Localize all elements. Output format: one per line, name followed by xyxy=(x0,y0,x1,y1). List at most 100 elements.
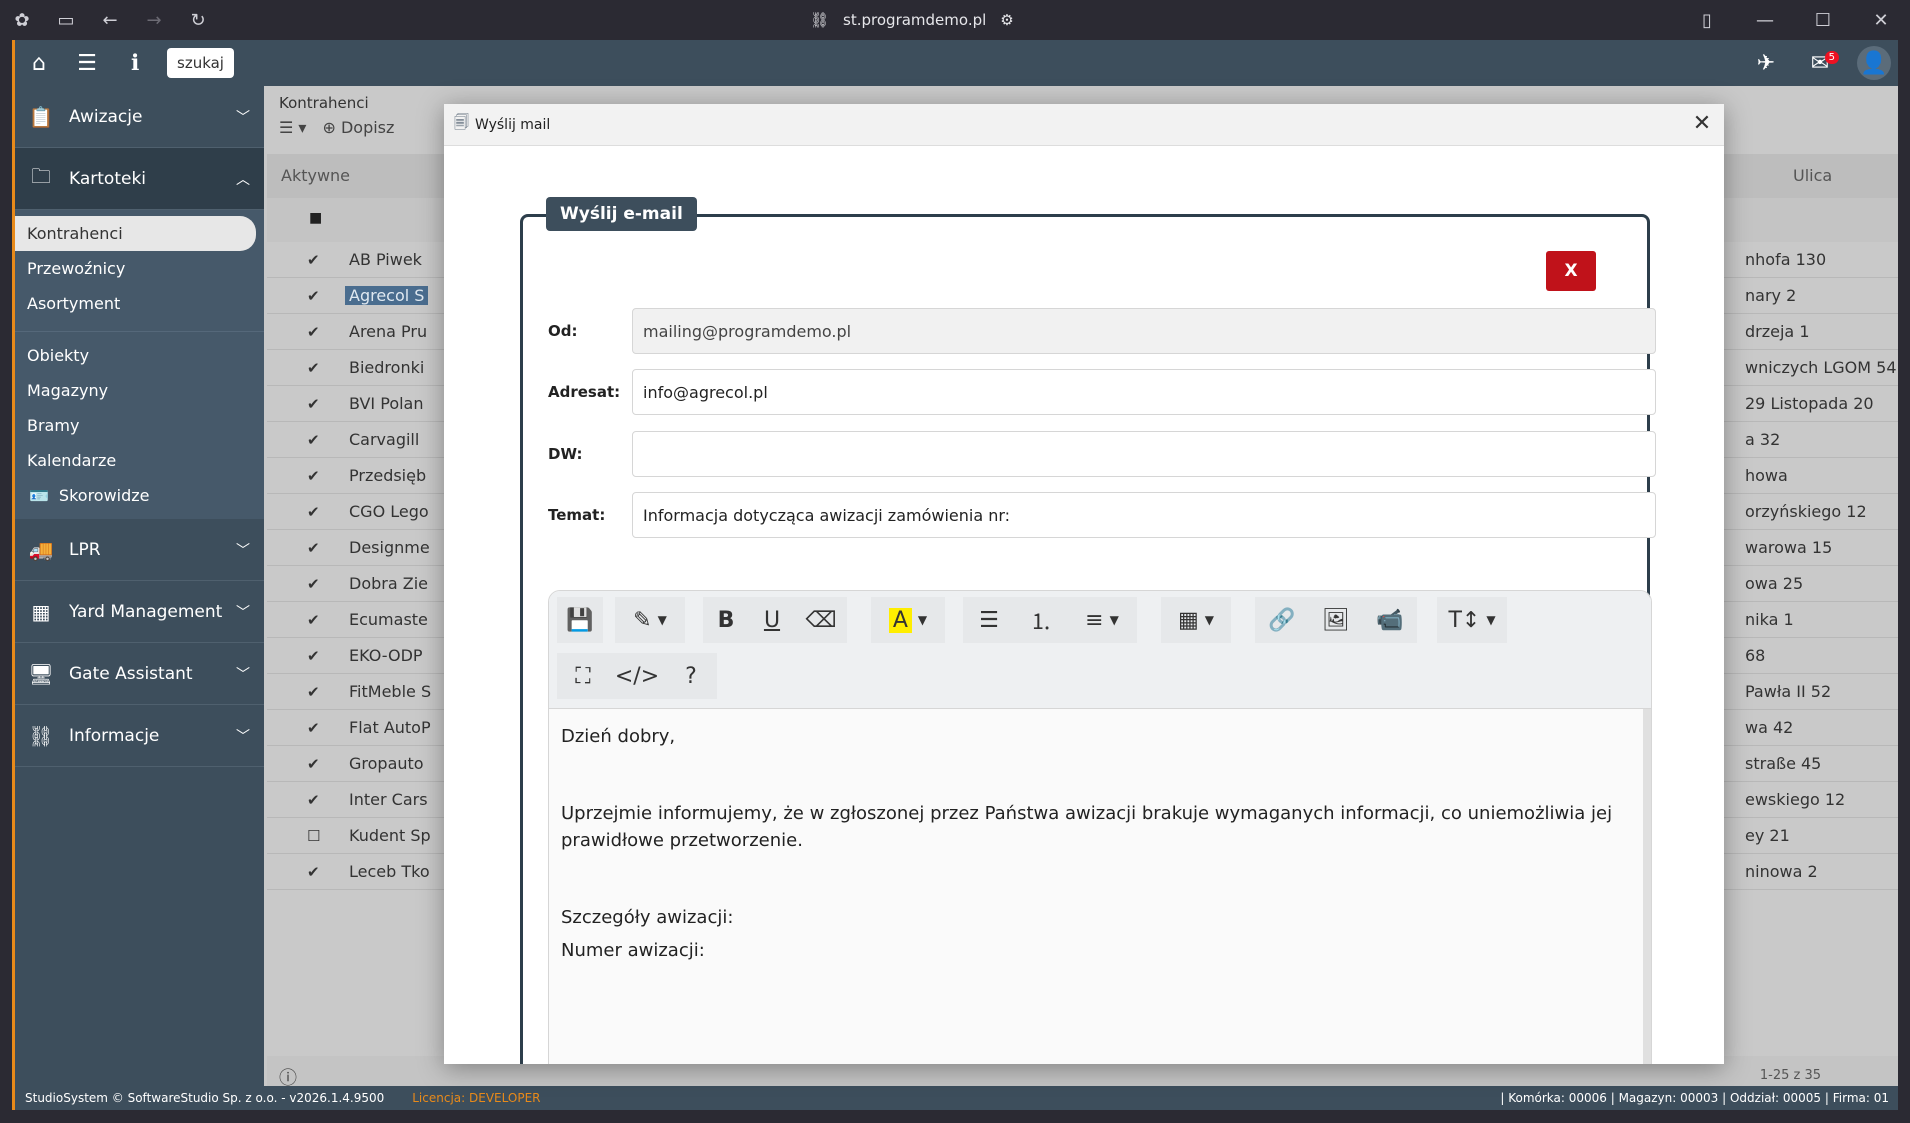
link-icon[interactable]: 🔗 xyxy=(1255,597,1309,643)
cc-input[interactable] xyxy=(632,431,1656,477)
sidebar-item-obiekty[interactable]: Obiekty xyxy=(15,338,264,373)
row-checkbox[interactable]: ✔ xyxy=(307,683,320,701)
sidebar-section-lpr[interactable]: 🚚 LPR ﹀ xyxy=(15,519,264,581)
sidebar-item-asortyment[interactable]: Asortyment xyxy=(15,286,264,321)
from-label: Od: xyxy=(548,322,578,340)
search-button[interactable]: szukaj xyxy=(167,48,234,78)
row-checkbox[interactable]: ✔ xyxy=(307,647,320,665)
site-settings-icon[interactable]: ⚙ xyxy=(1000,11,1013,29)
home-icon[interactable]: ⌂ xyxy=(15,40,63,86)
sidebar-item-magazyny[interactable]: Magazyny xyxy=(15,373,264,408)
row-checkbox[interactable]: ✔ xyxy=(307,323,320,341)
row-checkbox[interactable]: ✔ xyxy=(307,539,320,557)
row-name: FitMeble S xyxy=(349,682,432,701)
row-street: straße 45 xyxy=(1745,754,1822,773)
info-icon[interactable]: ℹ xyxy=(111,40,159,86)
sidebar-section-label: Informacje xyxy=(69,725,160,746)
cancel-x-button[interactable]: X xyxy=(1546,251,1596,291)
row-street: howa xyxy=(1745,466,1788,485)
underline-icon[interactable]: U xyxy=(749,597,795,643)
row-street: nary 2 xyxy=(1745,286,1797,305)
row-street: orzyńskiego 12 xyxy=(1745,502,1867,521)
row-checkbox[interactable]: ☐ xyxy=(307,827,320,845)
body-number-line: Numer awizacji: xyxy=(561,940,705,961)
bullet-list-icon[interactable]: ☰ xyxy=(963,597,1015,643)
sidebar-section-yard-management[interactable]: ▦ Yard Management ﹀ xyxy=(15,581,264,643)
row-checkbox[interactable]: ✔ xyxy=(307,251,320,269)
text-size-icon[interactable]: T↕ ▼ xyxy=(1437,597,1507,643)
align-icon[interactable]: ≡ ▼ xyxy=(1067,597,1137,643)
column-header-active[interactable]: Aktywne xyxy=(281,166,350,185)
sidebar-item-skorowidze[interactable]: 🪪 Skorowidze xyxy=(15,478,264,513)
license-info: Licencja: DEVELOPER xyxy=(412,1091,540,1105)
save-icon[interactable]: 💾 xyxy=(557,597,603,643)
maximize-icon[interactable]: ☐ xyxy=(1794,0,1852,40)
style-pencil-icon[interactable]: ✎ ▼ xyxy=(615,597,685,643)
row-checkbox[interactable]: ✔ xyxy=(307,467,320,485)
split-view-icon[interactable]: ▯ xyxy=(1678,0,1736,40)
sidebar-section-kartoteki[interactable]: 🗀 Kartoteki ︿ xyxy=(15,148,264,210)
numbered-list-icon[interactable]: ⒈ xyxy=(1015,597,1067,643)
browser-logo-icon[interactable]: ✿ xyxy=(0,0,44,40)
row-checkbox[interactable]: ✔ xyxy=(307,611,320,629)
minimize-icon[interactable]: — xyxy=(1736,0,1794,40)
row-checkbox[interactable]: ✔ xyxy=(307,719,320,737)
sidebar-toggle-icon[interactable]: ▭ xyxy=(44,0,88,40)
to-input[interactable]: info@agrecol.pl xyxy=(632,369,1656,415)
panel-title: Wyślij e-mail xyxy=(546,197,697,231)
image-icon[interactable]: 🖼 xyxy=(1309,597,1363,643)
row-street: wa 42 xyxy=(1745,718,1794,737)
close-dialog-icon[interactable]: ✕ xyxy=(1690,112,1714,136)
filter-checkbox[interactable]: ■ xyxy=(309,210,322,226)
video-icon[interactable]: 📹 xyxy=(1363,597,1417,643)
mail-icon[interactable]: ✉ 5 xyxy=(1793,40,1847,86)
row-checkbox[interactable]: ✔ xyxy=(307,359,320,377)
row-checkbox[interactable]: ✔ xyxy=(307,791,320,809)
chevron-down-icon: ﹀ xyxy=(236,109,250,126)
eraser-icon[interactable]: ⌫ xyxy=(795,597,847,643)
close-window-icon[interactable]: ✕ xyxy=(1852,0,1910,40)
to-field-row: Adresat: info@agrecol.pl xyxy=(548,369,1656,415)
row-name: Agrecol S xyxy=(345,286,429,305)
from-input[interactable]: mailing@programdemo.pl xyxy=(632,308,1656,354)
fullscreen-icon[interactable]: ⛶ xyxy=(557,653,609,699)
menu-collapse-icon[interactable]: ☰ xyxy=(63,40,111,86)
sidebar-item-kalendarze[interactable]: Kalendarze xyxy=(15,443,264,478)
row-checkbox[interactable]: ✔ xyxy=(307,863,320,881)
sidebar-item-przewoznicy[interactable]: Przewoźnicy xyxy=(15,251,264,286)
plane-icon[interactable]: ✈ xyxy=(1739,40,1793,86)
add-button[interactable]: ⊕ Dopisz xyxy=(322,118,394,137)
sidebar-item-kontrahenci[interactable]: Kontrahenci xyxy=(15,216,256,251)
row-name: Gropauto xyxy=(349,754,424,773)
status-bar: StudioSystem © SoftwareStudio Sp. z o.o.… xyxy=(15,1086,1898,1110)
highlight-color-icon[interactable]: A ▼ xyxy=(871,597,945,643)
forward-icon[interactable]: → xyxy=(132,0,176,40)
row-checkbox[interactable]: ✔ xyxy=(307,287,320,305)
row-checkbox[interactable]: ✔ xyxy=(307,431,320,449)
column-header-street[interactable]: Ulica xyxy=(1793,166,1832,185)
sidebar-item-bramy[interactable]: Bramy xyxy=(15,408,264,443)
subject-input[interactable]: Informacja dotycząca awizacji zamówienia… xyxy=(632,492,1656,538)
user-menu[interactable]: 👤 xyxy=(1847,40,1898,86)
help-icon[interactable]: ? xyxy=(665,653,717,699)
sidebar-section-informacje[interactable]: ⛓ Informacje ﹀ xyxy=(15,705,264,767)
body-paragraph: Uprzejmie informujemy, że w zgłoszonej p… xyxy=(561,803,1613,851)
table-icon[interactable]: ▦ ▼ xyxy=(1161,597,1231,643)
sidebar: 📋 Awizacje ﹀ 🗀 Kartoteki ︿ Kontrahenci P… xyxy=(15,86,264,1096)
sidebar-section-gate-assistant[interactable]: 🖥 Gate Assistant ﹀ xyxy=(15,643,264,705)
address-bar[interactable]: ⛓ st.programdemo.pl ⚙ xyxy=(810,0,1014,40)
bold-icon[interactable]: B xyxy=(703,597,749,643)
folder-icon: 🗀 xyxy=(31,163,51,188)
id-card-icon: 🪪 xyxy=(29,486,49,505)
grid-menu-icon[interactable]: ☰ ▾ xyxy=(279,118,306,137)
row-checkbox[interactable]: ✔ xyxy=(307,503,320,521)
row-checkbox[interactable]: ✔ xyxy=(307,395,320,413)
row-checkbox[interactable]: ✔ xyxy=(307,755,320,773)
row-checkbox[interactable]: ✔ xyxy=(307,575,320,593)
sidebar-section-awizacje[interactable]: 📋 Awizacje ﹀ xyxy=(15,86,264,148)
reload-icon[interactable]: ↻ xyxy=(176,0,220,40)
editor-body[interactable]: Dzień dobry, Uprzejmie informujemy, że w… xyxy=(549,709,1651,1064)
back-icon[interactable]: ← xyxy=(88,0,132,40)
code-view-icon[interactable]: </> xyxy=(609,653,665,699)
